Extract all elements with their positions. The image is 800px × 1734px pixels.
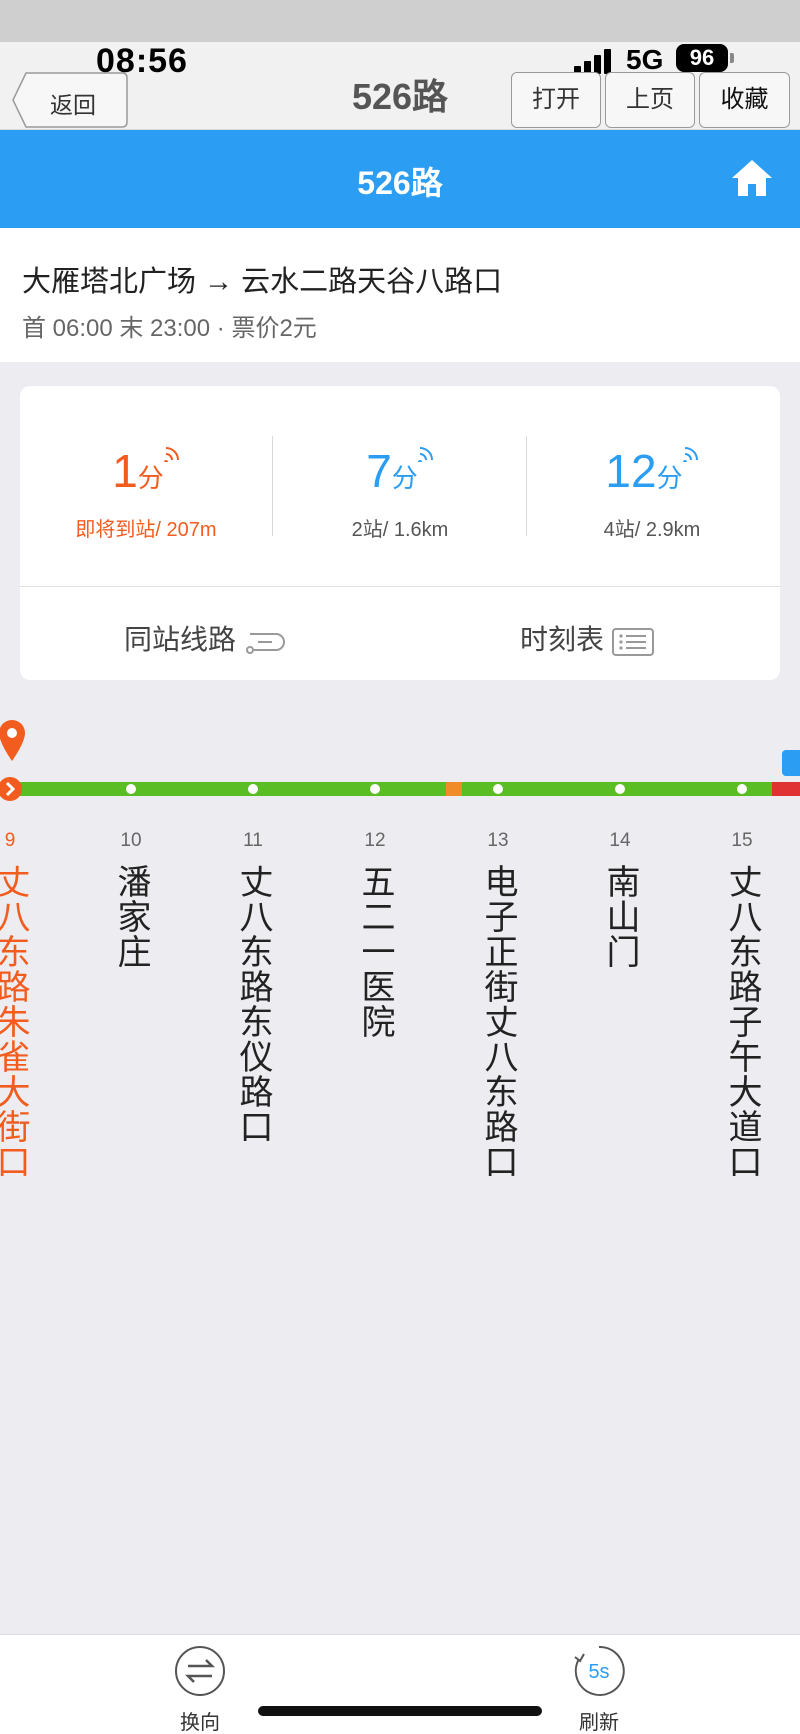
realtime-signal-icon bbox=[417, 447, 433, 462]
stop-number: 10 bbox=[120, 830, 142, 851]
stop-number: 11 bbox=[243, 830, 263, 851]
stop-number: 14 bbox=[609, 830, 631, 851]
top-strip bbox=[0, 0, 800, 42]
route-info: 大雁塔北广场 → 云水二路天谷八路口 首 06:00 末 23:00 · 票价2… bbox=[0, 228, 800, 362]
back-label: 返回 bbox=[50, 92, 96, 118]
arrival-card: 1分 即将到站/ 207m 7分 2站/ 1.6km 12分 4站/ 2.9km… bbox=[20, 386, 780, 680]
stop-number: 12 bbox=[364, 830, 386, 851]
arrival-minutes: 12 bbox=[605, 445, 657, 497]
stop-name: 南山门 bbox=[601, 864, 639, 969]
stop-name: 潘家庄 bbox=[112, 864, 150, 969]
timetable-label: 时刻表 bbox=[520, 624, 605, 655]
battery-tip bbox=[730, 53, 734, 63]
stop-dot bbox=[248, 784, 258, 794]
stop-dot bbox=[370, 784, 380, 794]
route-icon bbox=[246, 632, 285, 654]
arrival-2: 7分 2站/ 1.6km bbox=[274, 444, 526, 542]
bottom-toolbar: 换向 5s 刷新 bbox=[0, 1634, 800, 1734]
home-indicator[interactable] bbox=[258, 1706, 542, 1716]
swap-icon bbox=[175, 1646, 225, 1696]
arrival-detail: 即将到站/ 207m bbox=[75, 519, 217, 541]
list-icon bbox=[612, 627, 655, 656]
location-pin-icon bbox=[0, 720, 25, 761]
stop-item[interactable]: 15 丈八东路子午大道口 bbox=[712, 830, 772, 1179]
arrival-detail: 2站/ 1.6km bbox=[351, 519, 449, 541]
arrival-unit: 分 bbox=[656, 463, 683, 493]
stop-number: 13 bbox=[487, 830, 509, 851]
current-stop-marker bbox=[0, 777, 22, 801]
nav-title: 526路 bbox=[351, 76, 449, 117]
refresh-label: 刷新 bbox=[579, 1712, 619, 1734]
refresh-button[interactable]: 5s 刷新 bbox=[554, 1645, 644, 1734]
prev-page-button[interactable]: 上页 bbox=[605, 72, 695, 128]
route-line bbox=[0, 782, 800, 796]
stop-item[interactable]: 9 丈八东路朱雀大街口 bbox=[0, 830, 40, 1179]
favorite-button[interactable]: 收藏 bbox=[699, 72, 790, 128]
realtime-signal-icon bbox=[163, 447, 179, 462]
switch-direction-label: 换向 bbox=[180, 1712, 220, 1734]
back-button[interactable]: 返回 bbox=[12, 72, 128, 128]
stop-dot bbox=[126, 784, 136, 794]
arrival-unit: 分 bbox=[391, 463, 418, 493]
battery-icon: 96 bbox=[676, 44, 728, 72]
switch-direction-button[interactable]: 换向 bbox=[155, 1645, 245, 1734]
same-stop-lines-button[interactable]: 同站线路 bbox=[124, 618, 286, 658]
page-header: 526路 bbox=[0, 130, 800, 228]
page-title: 526路 bbox=[357, 165, 443, 201]
home-icon[interactable] bbox=[730, 158, 774, 198]
bus-icon bbox=[782, 750, 800, 776]
refresh-icon: 5s bbox=[574, 1645, 625, 1696]
stop-dot bbox=[493, 784, 503, 794]
arrival-1: 1分 即将到站/ 207m bbox=[20, 444, 272, 542]
slow-segment bbox=[446, 782, 462, 796]
stop-number: 15 bbox=[731, 830, 753, 851]
arrival-minutes: 1 bbox=[112, 445, 138, 497]
route-schedule: 首 06:00 末 23:00 · 票价2元 bbox=[22, 315, 317, 342]
chevron-right-icon bbox=[5, 781, 16, 797]
stop-dot bbox=[615, 784, 625, 794]
stop-item[interactable]: 13 电子正街丈八东路口 bbox=[468, 830, 528, 1179]
stop-item[interactable]: 11 丈八东路东仪路口 bbox=[223, 830, 283, 1144]
stop-item[interactable]: 14 南山门 bbox=[590, 830, 650, 969]
congested-segment bbox=[772, 782, 800, 796]
stop-item[interactable]: 12 五二一医院 bbox=[345, 830, 405, 1039]
screen: 08:56 5G 96 返回 526路 打开 上页 收藏 526路 大雁塔北广场… bbox=[0, 0, 800, 1734]
divider bbox=[20, 586, 780, 587]
nav-toolbar: 返回 526路 打开 上页 收藏 bbox=[0, 72, 800, 130]
stop-item[interactable]: 10 潘家庄 bbox=[101, 830, 161, 969]
timetable-button[interactable]: 时刻表 bbox=[520, 618, 655, 658]
arrival-3: 12分 4站/ 2.9km bbox=[526, 444, 778, 542]
stop-name: 丈八东路东仪路口 bbox=[234, 864, 272, 1144]
stop-name: 电子正街丈八东路口 bbox=[479, 864, 517, 1179]
divider bbox=[272, 436, 273, 536]
open-button[interactable]: 打开 bbox=[511, 72, 601, 128]
arrival-detail: 4站/ 2.9km bbox=[603, 519, 701, 541]
arrival-unit: 分 bbox=[137, 463, 164, 493]
stop-name: 五二一医院 bbox=[356, 864, 394, 1039]
stop-name: 丈八东路子午大道口 bbox=[723, 864, 761, 1179]
stop-dot bbox=[737, 784, 747, 794]
signal-icon bbox=[574, 48, 616, 74]
refresh-interval: 5s bbox=[588, 1661, 609, 1683]
route-direction: 大雁塔北广场 → 云水二路天谷八路口 bbox=[22, 266, 503, 298]
realtime-signal-icon bbox=[682, 447, 698, 462]
stop-number: 9 bbox=[4, 830, 16, 851]
stop-name: 丈八东路朱雀大街口 bbox=[0, 864, 29, 1179]
arrival-minutes: 7 bbox=[366, 445, 392, 497]
same-stop-lines-label: 同站线路 bbox=[124, 624, 237, 655]
